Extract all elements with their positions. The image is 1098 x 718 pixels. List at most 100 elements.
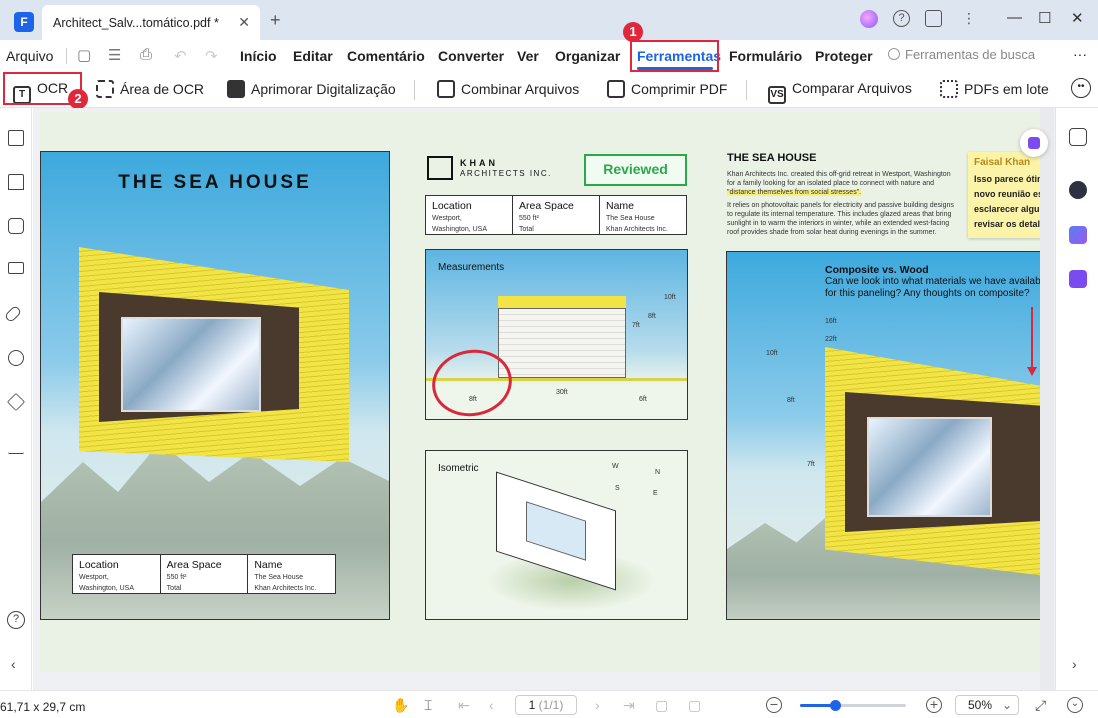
collapse-right-icon[interactable]: › (1072, 656, 1077, 672)
compress-pdf-button[interactable]: Comprimir PDF (607, 80, 727, 98)
translate-icon[interactable] (1069, 226, 1087, 244)
more-tools-icon[interactable]: •• (1071, 78, 1091, 98)
zoom-slider-thumb[interactable] (829, 700, 841, 711)
close-window-button[interactable]: ✕ (1071, 9, 1084, 27)
tools-divider (746, 80, 747, 100)
ai-robot-icon[interactable] (1069, 181, 1087, 199)
page-thumbnail-icon[interactable] (8, 130, 24, 146)
fullscreen-icon[interactable]: ⤢ (1035, 697, 1046, 714)
last-page-icon[interactable]: ⇥ (623, 697, 635, 714)
comment-line: for this paneling? Any thoughts on compo… (825, 288, 1030, 299)
tools-search[interactable]: Ferramentas de busca (888, 47, 1035, 62)
minimize-button[interactable]: — (1007, 9, 1022, 26)
signature-icon[interactable] (8, 438, 24, 454)
current-page: 1 (528, 698, 536, 712)
more-menu-icon[interactable]: ··· (1073, 46, 1087, 62)
menu-view[interactable]: Ver (517, 48, 539, 64)
ocr-area-button[interactable]: Área de OCR (96, 80, 204, 98)
compass-w: W (612, 463, 619, 470)
page-indicator[interactable]: 1 (1/1) (515, 695, 577, 715)
highlighted-text[interactable]: "distance themselves from social stresse… (727, 189, 862, 196)
maximize-button[interactable]: ☐ (1038, 9, 1051, 27)
khan-logo-icon (427, 156, 453, 180)
attachment-icon[interactable] (3, 304, 23, 324)
location-value: Washington, USA (79, 585, 134, 592)
save-icon[interactable]: ▢ (77, 46, 91, 64)
redo-icon[interactable]: ↷ (205, 47, 218, 65)
sticky-line: esclarecer algur (974, 204, 1043, 214)
menu-edit[interactable]: Editar (293, 48, 333, 64)
print-icon[interactable]: ⎙ (140, 46, 152, 63)
comment-icon[interactable] (8, 218, 24, 234)
khan-name: KHAN (460, 158, 498, 168)
menu-convert[interactable]: Converter (438, 48, 504, 64)
first-page-icon[interactable]: ⇤ (458, 697, 470, 714)
search-icon[interactable] (8, 350, 24, 366)
scroll-mode-icon[interactable]: ⌄ (1067, 697, 1083, 713)
document-canvas[interactable]: THE SEA HOUSE Location Westport, Washingto… (33, 108, 1055, 690)
layers-icon[interactable] (6, 392, 26, 412)
ocr-area-label: Área de OCR (120, 81, 205, 97)
menu-file[interactable]: Arquivo (6, 48, 53, 64)
menu-organize[interactable]: Organizar (555, 48, 620, 64)
zoom-slider[interactable] (800, 700, 906, 711)
area-value: 550 ft² (166, 574, 187, 581)
layers-stack-icon[interactable] (8, 262, 24, 274)
page-total: (1/1) (538, 698, 564, 712)
close-tab-icon[interactable]: ✕ (238, 14, 250, 31)
bookmark-icon[interactable] (8, 174, 24, 190)
menu-home[interactable]: Início (240, 48, 277, 64)
prev-page-icon[interactable]: ‹ (489, 697, 494, 713)
enhance-scan-button[interactable]: Aprimorar Digitalização (227, 80, 396, 98)
avatar[interactable] (860, 10, 878, 28)
undo-icon[interactable]: ↶ (174, 47, 187, 65)
menu-protect[interactable]: Proteger (815, 48, 873, 64)
menu-bar: Arquivo ▢ ☰ ⎙ ↶ ↷ Início Editar Comentár… (0, 22, 1098, 72)
compass-e: E (653, 490, 658, 497)
title-bar: F Architect_Salv...tomático.pdf * ✕ + ? … (0, 0, 1098, 40)
zoom-in-button[interactable]: + (926, 697, 942, 713)
message-icon[interactable] (925, 10, 942, 27)
help-icon[interactable]: ? (893, 10, 910, 27)
compare-icon: VS (768, 86, 786, 104)
tools-toolbar: T OCR 2 Área de OCR Aprimorar Digitalizaç… (0, 72, 1098, 109)
left-info-table: Location Westport, Washington, USA Area Sp… (72, 554, 336, 594)
vertical-scrollbar[interactable] (1040, 108, 1054, 690)
properties-sliders-icon[interactable] (1069, 128, 1087, 146)
batch-pdf-button[interactable]: PDFs em lote (940, 80, 1049, 98)
batch-label: PDFs em lote (964, 81, 1049, 97)
left-sidebar: ? ‹ (0, 108, 32, 690)
more-options-icon[interactable]: ⋮ (962, 10, 976, 27)
zoom-dropdown[interactable]: 50% ⌄ (955, 695, 1019, 715)
task-check-icon[interactable] (1069, 270, 1087, 288)
collapse-left-icon[interactable]: ‹ (11, 656, 16, 672)
sticky-line: revisar os detalh (974, 219, 1043, 229)
compass-s: S (615, 485, 620, 492)
zoom-out-button[interactable]: − (766, 697, 782, 713)
combine-files-button[interactable]: Combinar Arquivos (437, 80, 579, 98)
step-badge-2: 2 (68, 89, 88, 109)
new-tab-icon[interactable]: + (270, 10, 281, 31)
reviewed-stamp[interactable]: Reviewed (584, 154, 687, 186)
sticky-note-comment[interactable]: Faisal Khan Isso parece ótim novo reuniã… (968, 152, 1043, 238)
menu-comment[interactable]: Comentário (347, 48, 425, 64)
compare-files-button[interactable]: VS Comparar Arquivos (768, 80, 912, 104)
dim-7ft: 7ft (632, 322, 640, 329)
fit-page-icon[interactable]: ▢ (688, 697, 701, 714)
pdf-page: THE SEA HOUSE Location Westport, Washingto… (40, 112, 1043, 672)
next-page-icon[interactable]: › (595, 697, 600, 713)
dim-8ft: 8ft (648, 313, 656, 320)
chevron-down-icon: ⌄ (1001, 698, 1012, 712)
khan-subtitle: ARCHITECTS INC. (460, 169, 552, 178)
hand-tool-icon[interactable]: ✋ (392, 697, 409, 714)
print-setup-icon[interactable]: ☰ (108, 46, 121, 64)
document-tab[interactable]: Architect_Salv...tomático.pdf * ✕ (42, 5, 260, 40)
menu-form[interactable]: Formulário (729, 48, 802, 64)
select-tool-icon[interactable]: ⌶ (424, 697, 432, 714)
right-page-title: THE SEA HOUSE (727, 152, 817, 164)
composite-image: Composite vs. Wood Can we look into what… (726, 251, 1042, 620)
page-size: 61,71 x 29,7 cm (0, 700, 86, 714)
ai-assistant-floating-button[interactable] (1020, 129, 1048, 157)
rotate-icon[interactable]: ▢ (655, 697, 668, 714)
help-icon[interactable]: ? (7, 611, 25, 629)
